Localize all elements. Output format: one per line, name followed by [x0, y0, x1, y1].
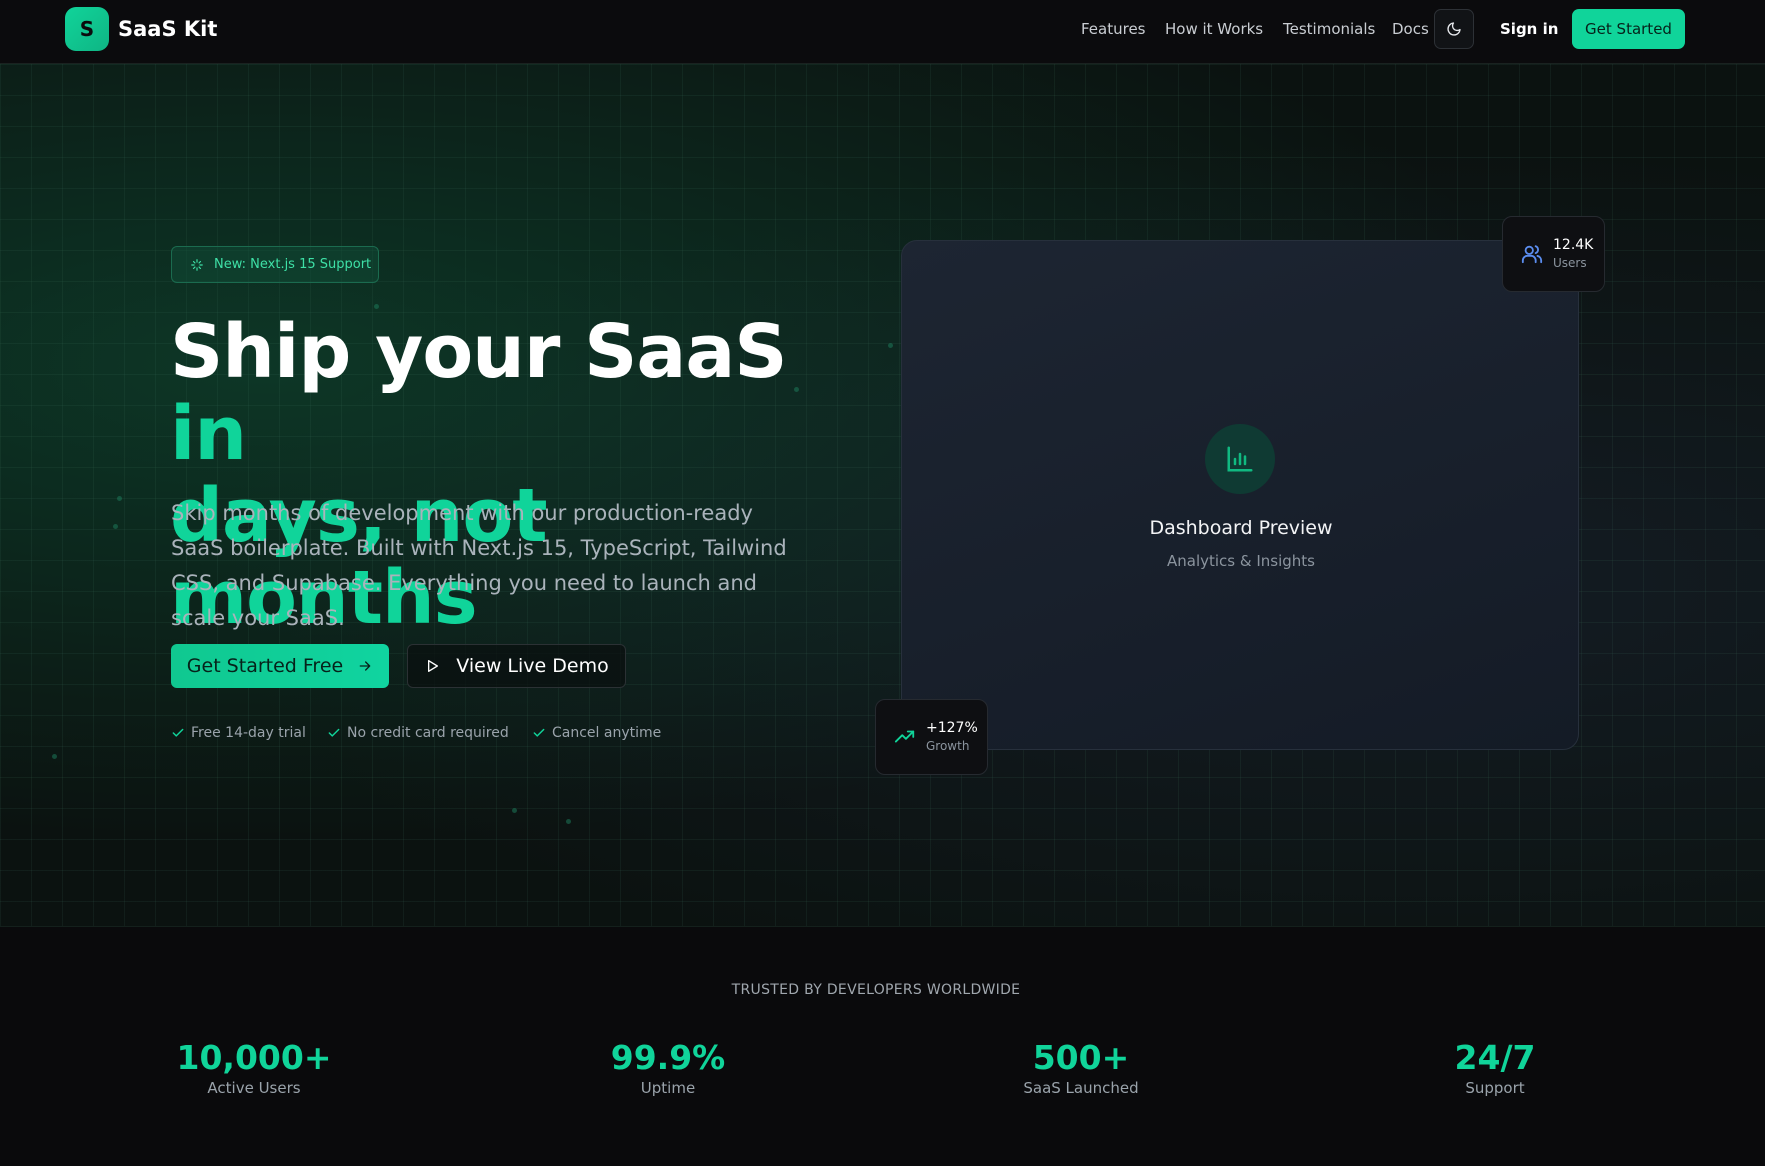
users-label: Users	[1553, 256, 1587, 270]
sparkle-icon	[191, 258, 203, 271]
brand-name[interactable]: SaaS Kit	[118, 17, 217, 41]
particle-dot	[888, 343, 893, 348]
growth-label: Growth	[926, 739, 970, 753]
headline-white: Ship your SaaS	[170, 309, 788, 395]
sign-in-link[interactable]: Sign in	[1500, 20, 1558, 38]
view-live-demo-button[interactable]: View Live Demo	[407, 644, 626, 688]
perk-label: No credit card required	[347, 725, 509, 741]
hero-description: Skip months of development with our prod…	[171, 501, 787, 630]
stat-label: Active Users	[207, 1079, 301, 1097]
stat-label: Uptime	[640, 1079, 696, 1097]
stat-saas-launched: 500+ SaaS Launched	[961, 1038, 1201, 1097]
perk-item: Free 14-day trial	[171, 725, 306, 741]
stat-label: Support	[1465, 1079, 1525, 1097]
growth-stat-card: +127% Growth	[875, 699, 988, 775]
preview-title: Dashboard Preview	[1149, 517, 1333, 539]
check-icon	[172, 728, 184, 737]
moon-icon	[1447, 22, 1461, 36]
growth-value: +127%	[926, 720, 978, 736]
stat-value: 24/7	[1454, 1038, 1536, 1077]
nav-link-docs[interactable]: Docs	[1392, 20, 1429, 38]
stat-value: 500+	[1032, 1038, 1130, 1077]
stat-support: 24/7 Support	[1375, 1038, 1615, 1097]
perk-label: Free 14-day trial	[191, 725, 306, 741]
dashboard-preview-card: Dashboard Preview Analytics & Insights	[901, 240, 1579, 750]
preview-icon-circle	[1205, 424, 1275, 494]
headline-accent-in: in	[170, 391, 247, 477]
users-value: 12.4K	[1553, 237, 1594, 253]
bar-chart-icon	[1227, 446, 1253, 472]
stat-value: 10,000+	[176, 1038, 332, 1077]
theme-toggle-button[interactable]	[1434, 9, 1474, 49]
particle-dot	[566, 819, 571, 824]
landing-page: S SaaS Kit Features How it Works Testimo…	[0, 0, 1765, 1166]
nav-link-testimonials[interactable]: Testimonials	[1283, 20, 1375, 38]
stat-label: SaaS Launched	[1023, 1079, 1139, 1097]
users-stat-card: 12.4K Users	[1502, 216, 1605, 292]
announcement-text: New: Next.js 15 Support	[214, 257, 372, 272]
users-icon	[1521, 245, 1543, 264]
get-started-free-button[interactable]: Get Started Free	[171, 644, 389, 688]
perk-label: Cancel anytime	[552, 725, 662, 741]
navbar: S SaaS Kit Features How it Works Testimo…	[0, 0, 1765, 64]
trusted-label: TRUSTED BY DEVELOPERS WORLDWIDE	[731, 982, 1021, 998]
preview-subtitle: Analytics & Insights	[1167, 552, 1315, 570]
nav-link-how-it-works[interactable]: How it Works	[1165, 20, 1263, 38]
perk-item: No credit card required	[327, 725, 509, 741]
particle-dot	[52, 754, 57, 759]
particle-dot	[512, 808, 517, 813]
stat-value: 99.9%	[610, 1038, 726, 1077]
trending-up-icon	[894, 730, 915, 743]
particle-dot	[117, 496, 122, 501]
view-live-demo-label: View Live Demo	[456, 655, 609, 677]
hero-section: New: Next.js 15 Support Ship your SaaS i…	[0, 64, 1765, 927]
get-started-button[interactable]: Get Started	[1572, 9, 1685, 49]
check-icon	[328, 728, 340, 737]
arrow-right-icon	[359, 661, 371, 671]
stat-active-users: 10,000+ Active Users	[134, 1038, 374, 1097]
announcement-badge[interactable]: New: Next.js 15 Support	[171, 246, 379, 283]
check-icon	[533, 728, 545, 737]
stat-uptime: 99.9% Uptime	[548, 1038, 788, 1097]
play-icon	[428, 660, 439, 672]
particle-dot	[113, 524, 118, 529]
perk-item: Cancel anytime	[532, 725, 661, 741]
nav-link-features[interactable]: Features	[1081, 20, 1146, 38]
get-started-free-label: Get Started Free	[186, 655, 344, 677]
logo-mark[interactable]: S	[65, 7, 109, 51]
